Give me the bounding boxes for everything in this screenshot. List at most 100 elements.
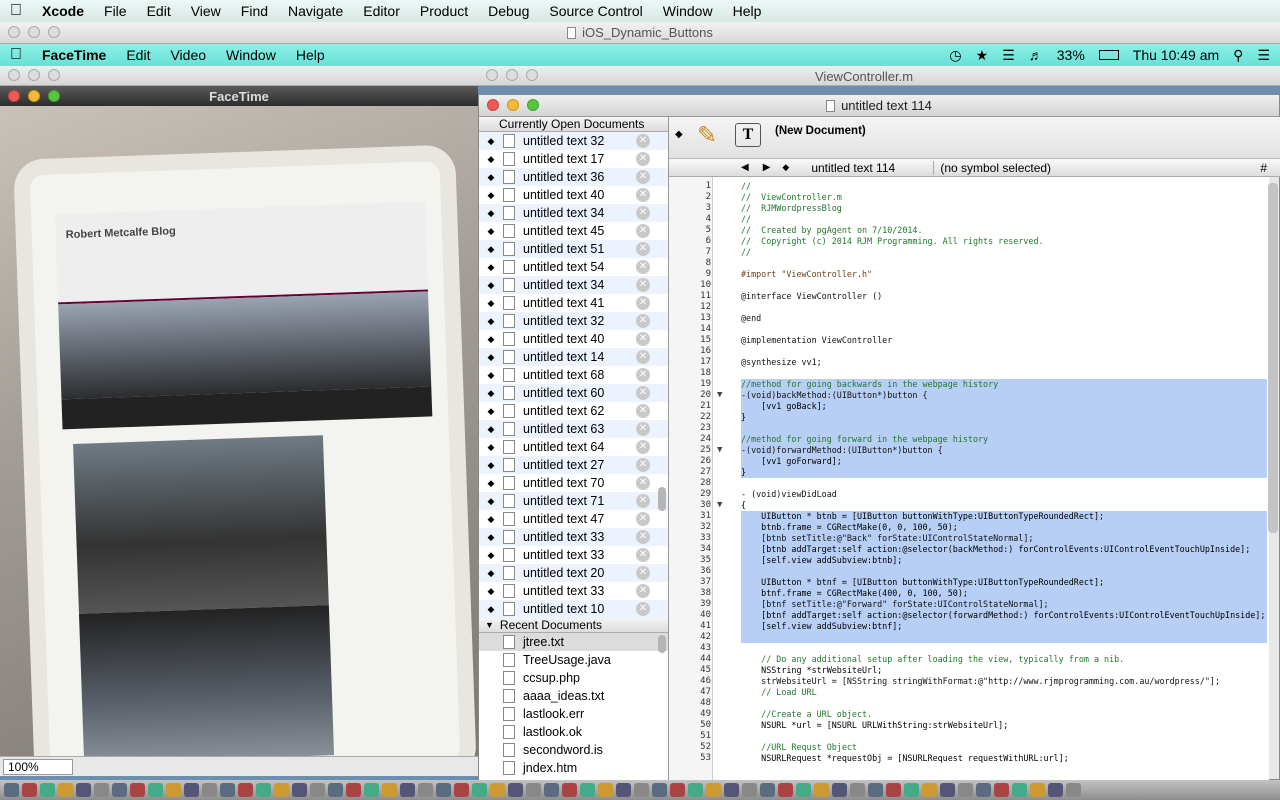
dock-app-icon[interactable] [274, 783, 289, 797]
pencil-icon[interactable]: ✎ [697, 121, 717, 150]
minimize-button[interactable] [506, 69, 518, 81]
dock-app-icon[interactable] [742, 783, 757, 797]
list-item[interactable]: ◆ untitled text 10 ✕ [479, 600, 668, 618]
list-item[interactable]: ◆ untitled text 40 ✕ [479, 186, 668, 204]
close-icon[interactable]: ✕ [636, 602, 650, 616]
fold-triangle-icon[interactable]: ▼ [717, 390, 722, 400]
hash-menu[interactable]: # [1260, 161, 1267, 175]
list-item[interactable]: ◆ untitled text 45 ✕ [479, 222, 668, 240]
menu-debug[interactable]: Debug [478, 3, 539, 19]
close-icon[interactable]: ✕ [636, 296, 650, 310]
recent-documents-header[interactable]: ▼ Recent Documents [479, 618, 668, 633]
fold-triangle-icon[interactable]: ▼ [717, 500, 722, 510]
close-icon[interactable]: ✕ [636, 512, 650, 526]
dock-app-icon[interactable] [544, 783, 559, 797]
close-button[interactable] [487, 99, 499, 111]
close-icon[interactable]: ✕ [636, 134, 650, 148]
menu-navigate[interactable]: Navigate [278, 3, 353, 19]
dock-app-icon[interactable] [130, 783, 145, 797]
dock-app-icon[interactable] [688, 783, 703, 797]
list-item[interactable]: jndex.htm [479, 759, 668, 777]
close-icon[interactable]: ✕ [636, 386, 650, 400]
close-icon[interactable]: ✕ [636, 476, 650, 490]
menu-product[interactable]: Product [410, 3, 478, 19]
close-button[interactable] [8, 69, 20, 81]
dock-app-icon[interactable] [562, 783, 577, 797]
dock-app-icon[interactable] [58, 783, 73, 797]
close-icon[interactable]: ✕ [636, 170, 650, 184]
list-item[interactable]: ◆ untitled text 71 ✕ [479, 492, 668, 510]
dock-app-icon[interactable] [940, 783, 955, 797]
dock-app-icon[interactable] [400, 783, 415, 797]
dock-app-icon[interactable] [904, 783, 919, 797]
menu-window[interactable]: Window [216, 47, 286, 63]
menu-editor[interactable]: Editor [353, 3, 410, 19]
menu-help[interactable]: Help [723, 3, 772, 19]
list-item[interactable]: ccsup.php [479, 669, 668, 687]
fold-triangle-icon[interactable]: ▼ [717, 445, 722, 455]
dock-app-icon[interactable] [526, 783, 541, 797]
dock-app-icon[interactable] [310, 783, 325, 797]
code-editor[interactable]: 1 // 2 // ViewController.m 3 // RJMWordpressB… [669, 177, 1269, 781]
apple-icon[interactable]:  [0, 46, 32, 64]
list-icon[interactable]: ☰ [1257, 47, 1270, 64]
list-item[interactable]: ◆ untitled text 34 ✕ [479, 276, 668, 294]
menu-edit[interactable]: Edit [137, 3, 181, 19]
dock-app-icon[interactable] [580, 783, 595, 797]
minimize-button[interactable] [28, 69, 40, 81]
close-button[interactable] [486, 69, 498, 81]
wifi-icon[interactable]: ☰ [1002, 47, 1015, 64]
close-icon[interactable]: ✕ [636, 422, 650, 436]
dock-app-icon[interactable] [40, 783, 55, 797]
list-item[interactable]: ◆ untitled text 33 ✕ [479, 528, 668, 546]
dock-app-icon[interactable] [220, 783, 235, 797]
close-button[interactable] [8, 90, 20, 102]
menu-file[interactable]: File [94, 3, 137, 19]
dock-app-icon[interactable] [346, 783, 361, 797]
dock-app-icon[interactable] [256, 783, 271, 797]
dock-app-icon[interactable] [886, 783, 901, 797]
dock-app-icon[interactable] [958, 783, 973, 797]
dock-app-icon[interactable] [22, 783, 37, 797]
dock-app-icon[interactable] [598, 783, 613, 797]
zoom-button[interactable] [48, 69, 60, 81]
list-item[interactable]: lastlook.err [479, 705, 668, 723]
list-item[interactable]: ◆ untitled text 27 ✕ [479, 456, 668, 474]
close-icon[interactable]: ✕ [636, 530, 650, 544]
clock[interactable]: Thu 10:49 am [1133, 47, 1219, 63]
battery-percent[interactable]: 33% [1057, 47, 1085, 63]
dock-app-icon[interactable] [1030, 783, 1045, 797]
forward-arrow-icon[interactable]: ▶ [763, 162, 771, 173]
dock-app-icon[interactable] [796, 783, 811, 797]
menu-view[interactable]: View [181, 3, 231, 19]
dock-app-icon[interactable] [418, 783, 433, 797]
dock-app-icon[interactable] [832, 783, 847, 797]
list-item[interactable]: ◆ untitled text 41 ✕ [479, 294, 668, 312]
time-machine-icon[interactable]: ◷ [949, 47, 961, 64]
menu-find[interactable]: Find [231, 3, 278, 19]
back-arrow-icon[interactable]: ◀ [741, 162, 749, 173]
dock-app-icon[interactable] [202, 783, 217, 797]
list-item[interactable]: lastlook.ok [479, 723, 668, 741]
list-item[interactable]: ◆ untitled text 64 ✕ [479, 438, 668, 456]
close-icon[interactable]: ✕ [636, 260, 650, 274]
menu-edit[interactable]: Edit [116, 47, 160, 63]
dock-app-icon[interactable] [994, 783, 1009, 797]
dock-app-icon[interactable] [760, 783, 775, 797]
dock-app-icon[interactable] [922, 783, 937, 797]
open-documents-scrollbar[interactable] [658, 487, 666, 511]
dock-app-icon[interactable] [436, 783, 451, 797]
recent-documents-scrollbar[interactable] [658, 635, 666, 653]
zoom-button[interactable] [526, 69, 538, 81]
list-item[interactable]: ◆ untitled text 51 ✕ [479, 240, 668, 258]
dock-app-icon[interactable] [508, 783, 523, 797]
volume-icon[interactable]: ♬ [1029, 47, 1043, 63]
list-item[interactable]: ◆ untitled text 40 ✕ [479, 330, 668, 348]
dock-app-icon[interactable] [382, 783, 397, 797]
dock-app-icon[interactable] [670, 783, 685, 797]
dock-app-icon[interactable] [238, 783, 253, 797]
list-item[interactable]: ◆ untitled text 36 ✕ [479, 168, 668, 186]
dock-app-icon[interactable] [94, 783, 109, 797]
zoom-button[interactable] [48, 90, 60, 102]
close-icon[interactable]: ✕ [636, 152, 650, 166]
